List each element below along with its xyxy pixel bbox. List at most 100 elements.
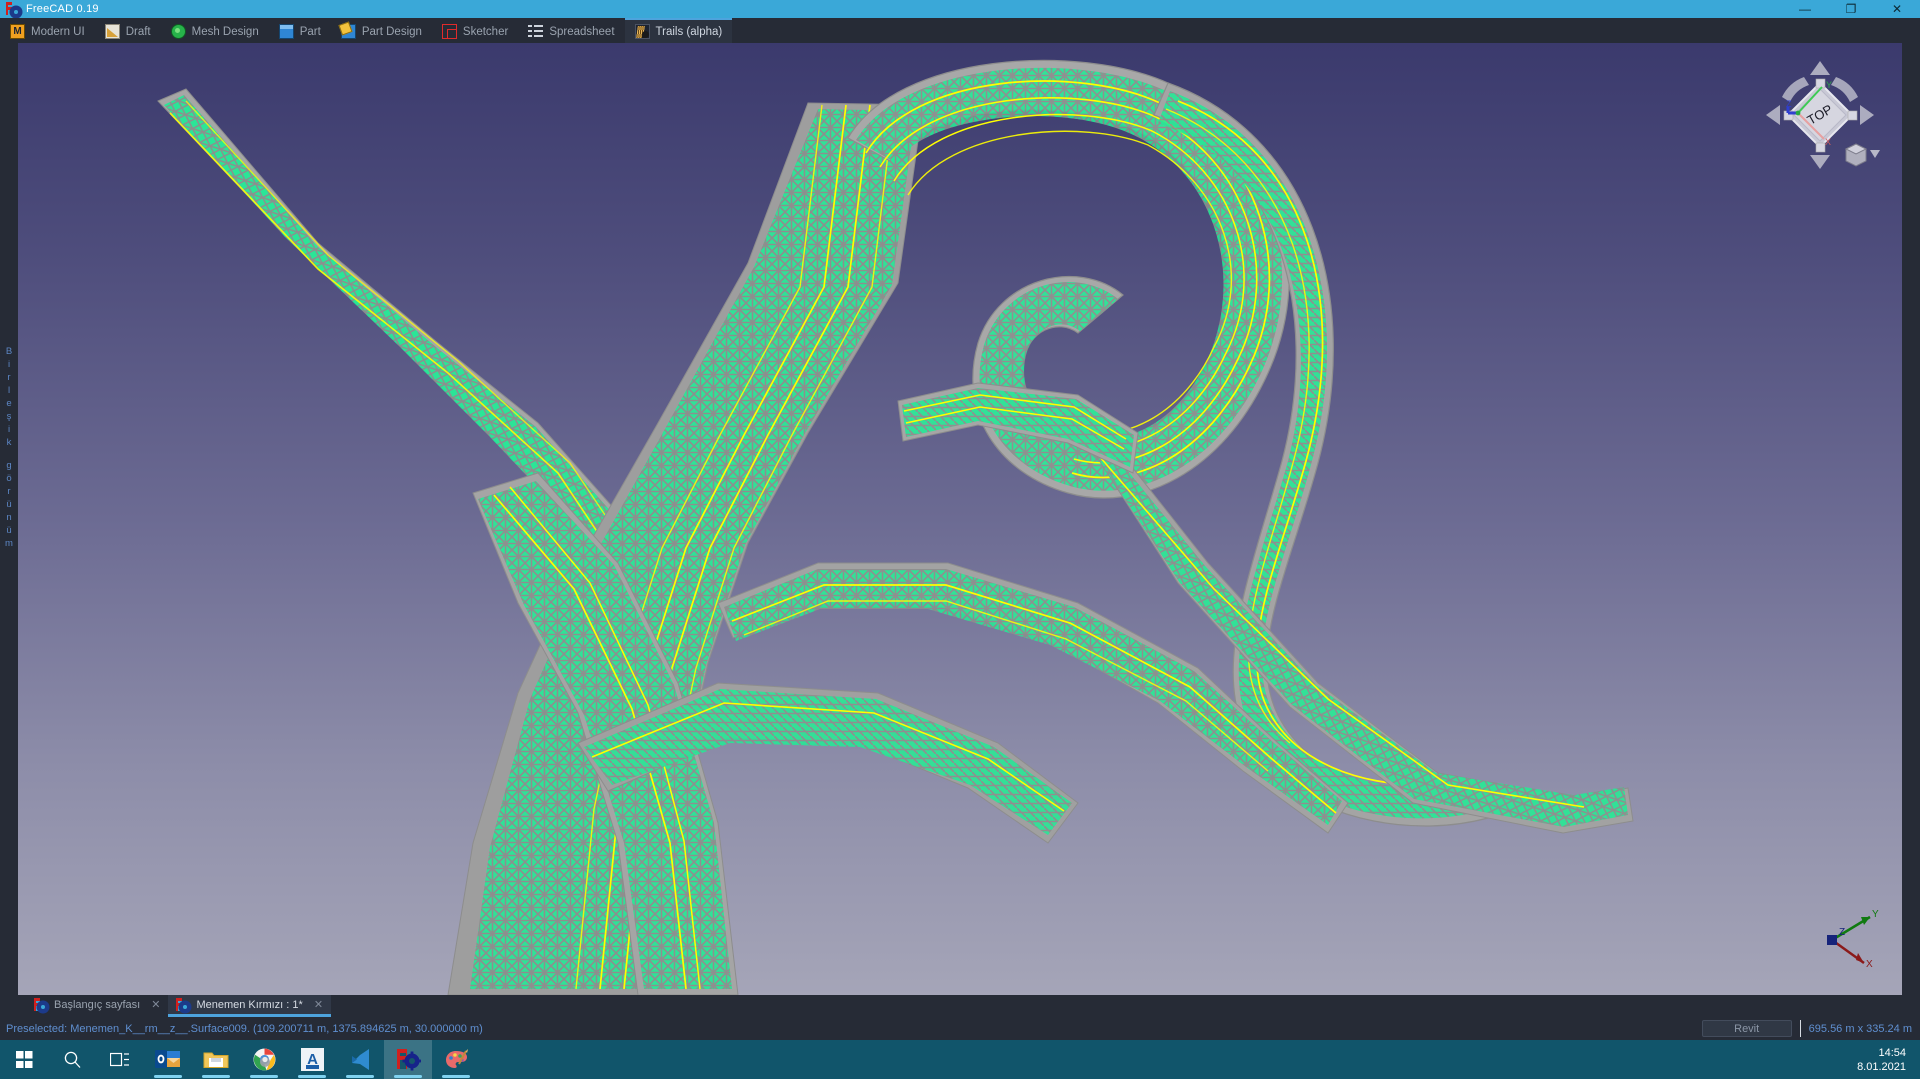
title-bar: FreeCAD 0.19 — ❐ ✕ [0, 0, 1920, 18]
workbench-tab-draft[interactable]: Draft [95, 18, 161, 43]
side-label-letter: k [6, 437, 12, 448]
freecad-icon [6, 2, 21, 17]
draft-icon [104, 24, 120, 39]
workbench-tab-modern-ui[interactable]: Modern UI [0, 18, 95, 43]
freecad-window: FreeCAD 0.19 — ❐ ✕ Modern UI Draft Mesh De… [0, 0, 1920, 1079]
side-label-letter: ü [6, 499, 12, 510]
axis-z-label: Z [1839, 927, 1845, 938]
taskbar-paint[interactable] [432, 1040, 480, 1079]
close-button[interactable]: ✕ [1874, 0, 1920, 18]
status-message: Preselected: Menemen_K__rm__z__.Surface0… [6, 1022, 483, 1035]
trails-icon [634, 24, 650, 39]
title-bar-left: FreeCAD 0.19 [0, 2, 1782, 17]
status-bar-right: Revit 695.56 m x 335.24 m [1701, 1020, 1920, 1037]
document-tab-1[interactable]: Başlangıç sayfası ✕ [26, 995, 168, 1017]
mesh-design-icon [170, 24, 186, 39]
taskbar-file-explorer[interactable] [192, 1040, 240, 1079]
task-view-button[interactable] [96, 1040, 144, 1079]
road-corridor-model[interactable] [18, 43, 1902, 995]
side-label-space [1, 449, 17, 459]
freecad-icon [34, 998, 48, 1012]
side-label-letter: ş [6, 411, 12, 422]
workbench-tab-label: Spreadsheet [549, 25, 615, 38]
nav-arrow-left [1766, 105, 1780, 125]
side-label-letter: m [5, 538, 13, 549]
right-dock-strip [1902, 43, 1920, 995]
chrome-icon [253, 1048, 275, 1071]
navcube-x-label: X [1825, 137, 1831, 147]
workbench-tab-part[interactable]: Part [269, 18, 331, 43]
paint-icon [445, 1049, 468, 1068]
workbench-tab-label: Mesh Design [191, 25, 259, 38]
workbench-tab-sketcher[interactable]: Sketcher [432, 18, 518, 43]
document-tab-close-icon[interactable]: ✕ [314, 998, 323, 1011]
spreadsheet-icon [528, 24, 544, 39]
side-label-letter: B [5, 346, 13, 357]
taskbar-autocad[interactable]: A [288, 1040, 336, 1079]
side-label-letter: i [7, 359, 11, 370]
corridor-segment-mid-right-branch[interactable] [1087, 442, 1634, 834]
autocad-icon: A [300, 1048, 324, 1071]
workbench-tab-bar: Modern UI Draft Mesh Design Part Part Design… [0, 18, 1920, 43]
workbench-tab-label: Part Design [361, 25, 422, 38]
side-label-letter: n [6, 512, 12, 523]
navcube-z-label: Z [1786, 99, 1792, 109]
workbench-tab-label: Draft [125, 25, 151, 38]
document-tab-label: Başlangıç sayfası [54, 998, 141, 1011]
workbench-tab-part-design[interactable]: Part Design [331, 18, 432, 43]
axis-y-label: Y [1872, 909, 1879, 920]
start-button[interactable] [0, 1040, 48, 1079]
part-design-icon [340, 24, 356, 39]
navigation-cube[interactable]: Z Y X TOP [1760, 55, 1880, 175]
taskbar-vscode[interactable] [336, 1040, 384, 1079]
sketcher-icon [441, 24, 457, 39]
workbench-tab-label: Part [299, 25, 321, 38]
document-tab-bar: Başlangıç sayfası ✕ Menemen Kırmızı : 1* ✕ [0, 995, 1920, 1017]
freecad-icon [396, 1049, 421, 1071]
axis-x-label: X [1866, 959, 1873, 970]
document-tab-label: Menemen Kırmızı : 1* [196, 998, 303, 1011]
nav-arrow-down [1810, 155, 1830, 169]
restore-button[interactable]: ❐ [1828, 0, 1874, 18]
document-tab-2[interactable]: Menemen Kırmızı : 1* ✕ [168, 995, 332, 1017]
workbench-tab-label: Trails (alpha) [655, 25, 723, 38]
freecad-icon [176, 998, 191, 1012]
side-label-letter: r [7, 486, 11, 497]
window-title: FreeCAD 0.19 [26, 3, 99, 15]
document-tab-close-icon[interactable]: ✕ [151, 998, 160, 1011]
3d-viewport[interactable]: Z Y X TOP Y X Z [18, 43, 1902, 995]
taskbar-outlook[interactable] [144, 1040, 192, 1079]
axis-origin-indicator: Y X Z [1814, 905, 1884, 975]
vscode-icon [351, 1049, 369, 1070]
side-label-letter: e [6, 398, 12, 409]
side-label-letter: ü [6, 525, 12, 536]
clock-date: 8.01.2021 [1857, 1060, 1906, 1073]
part-icon [278, 24, 294, 39]
taskbar-clock[interactable]: 14:54 8.01.2021 [1857, 1046, 1920, 1074]
side-label-letter: i [7, 424, 11, 435]
nav-arrow-right [1860, 105, 1874, 125]
combined-view-panel-label[interactable]: B i r l e ş i k g ö r ü n ü m [1, 345, 17, 550]
workbench-tab-spreadsheet[interactable]: Spreadsheet [518, 18, 624, 43]
side-label-letter: g [6, 460, 12, 471]
revit-button[interactable]: Revit [1701, 1020, 1792, 1037]
workbench-tab-label: Modern UI [31, 25, 85, 38]
modern-ui-icon [10, 24, 25, 39]
windows-logo-icon [15, 1051, 33, 1068]
workbench-tab-trails-alpha[interactable]: Trails (alpha) [624, 18, 733, 43]
search-icon [64, 1051, 80, 1068]
side-label-letter: r [7, 372, 11, 383]
clock-time: 14:54 [1878, 1046, 1906, 1059]
navcube-dropdown-arrow [1870, 150, 1880, 158]
nav-arrow-up [1810, 61, 1830, 75]
navcube-perspective-cube [1844, 143, 1868, 167]
search-button[interactable] [48, 1040, 96, 1079]
taskbar-freecad[interactable] [384, 1040, 432, 1079]
task-view-icon [110, 1052, 129, 1067]
workbench-tab-mesh-design[interactable]: Mesh Design [161, 18, 269, 43]
side-label-letter: ö [6, 473, 12, 484]
minimize-button[interactable]: — [1782, 0, 1828, 18]
outlook-icon [155, 1049, 180, 1068]
status-bar: Preselected: Menemen_K__rm__z__.Surface0… [0, 1017, 1920, 1040]
taskbar-chrome[interactable] [240, 1040, 288, 1079]
